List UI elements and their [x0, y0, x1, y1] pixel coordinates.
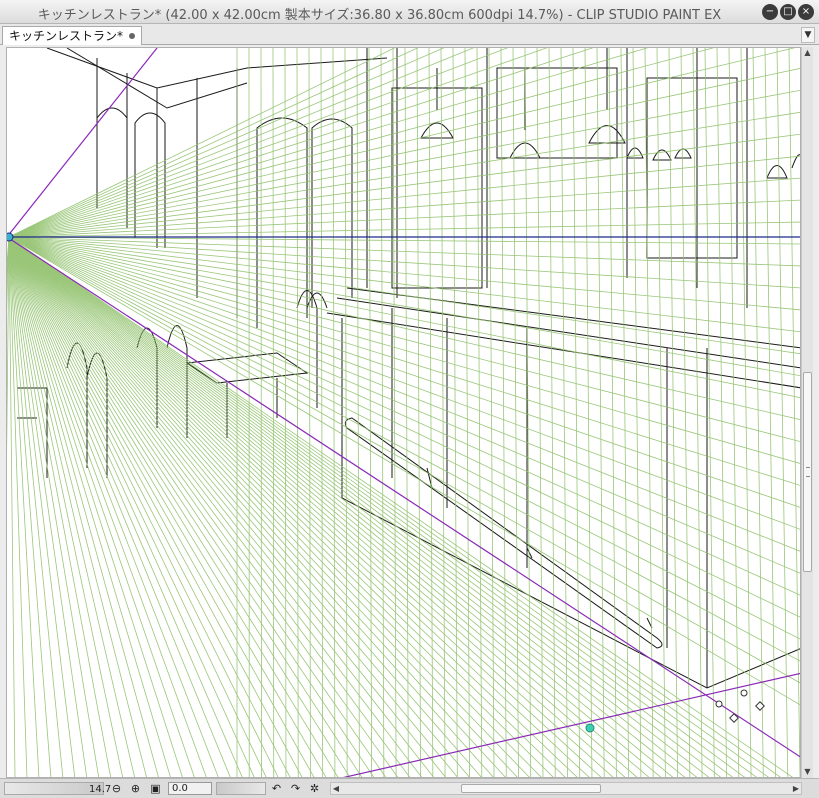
horizontal-scrollbar[interactable]: ◀ ▶ [330, 782, 802, 795]
scroll-right-icon[interactable]: ▶ [791, 783, 801, 794]
zoom-out-icon[interactable]: ⊖ [110, 782, 123, 795]
title-bar: キッチンレストラン* (42.00 x 42.00cm 製本サイズ:36.80 … [0, 0, 819, 24]
canvas[interactable] [6, 47, 801, 778]
scroll-down-icon[interactable]: ▼ [802, 766, 813, 778]
close-button[interactable]: × [798, 4, 814, 20]
horizontal-scroll-thumb[interactable] [461, 784, 601, 793]
rotate-right-icon[interactable]: ↷ [289, 782, 302, 795]
tab-label: キッチンレストラン* [9, 29, 124, 43]
scroll-up-icon[interactable]: ▲ [802, 47, 813, 59]
document-tab-bar: キッチンレストラン* ▼ [0, 24, 819, 45]
rotation-input[interactable]: 0.0 [168, 782, 212, 795]
vanishing-point-handle [7, 232, 14, 242]
vertical-scroll-thumb[interactable] [803, 372, 812, 572]
unsaved-dot-icon [129, 33, 136, 39]
rotate-left-icon[interactable]: ↶ [270, 782, 283, 795]
maximize-button[interactable]: □ [780, 4, 796, 20]
reset-rotation-icon[interactable]: ✲ [308, 782, 321, 795]
minimize-button[interactable]: − [762, 4, 778, 20]
ruler-handle [585, 723, 595, 733]
tab-document[interactable]: キッチンレストラン* [2, 26, 143, 45]
rotation-slider[interactable] [216, 782, 266, 795]
canvas-drawing [7, 48, 800, 777]
scroll-left-icon[interactable]: ◀ [331, 783, 341, 794]
window-title: キッチンレストラン* (42.00 x 42.00cm 製本サイズ:36.80 … [37, 8, 722, 23]
vertical-scrollbar[interactable]: ▲ ▼ [801, 47, 813, 778]
grip-icon [806, 467, 810, 477]
chevron-down-icon[interactable]: ▼ [801, 27, 815, 43]
zoom-value: 14.7 [89, 784, 112, 795]
status-bar: 14.7 ⊖ ⊕ ▣ 0.0 ↶ ↷ ✲ ◀ ▶ [0, 778, 819, 798]
fit-canvas-icon[interactable]: ▣ [149, 782, 162, 795]
zoom-in-icon[interactable]: ⊕ [129, 782, 142, 795]
zoom-slider[interactable]: 14.7 [4, 782, 111, 795]
